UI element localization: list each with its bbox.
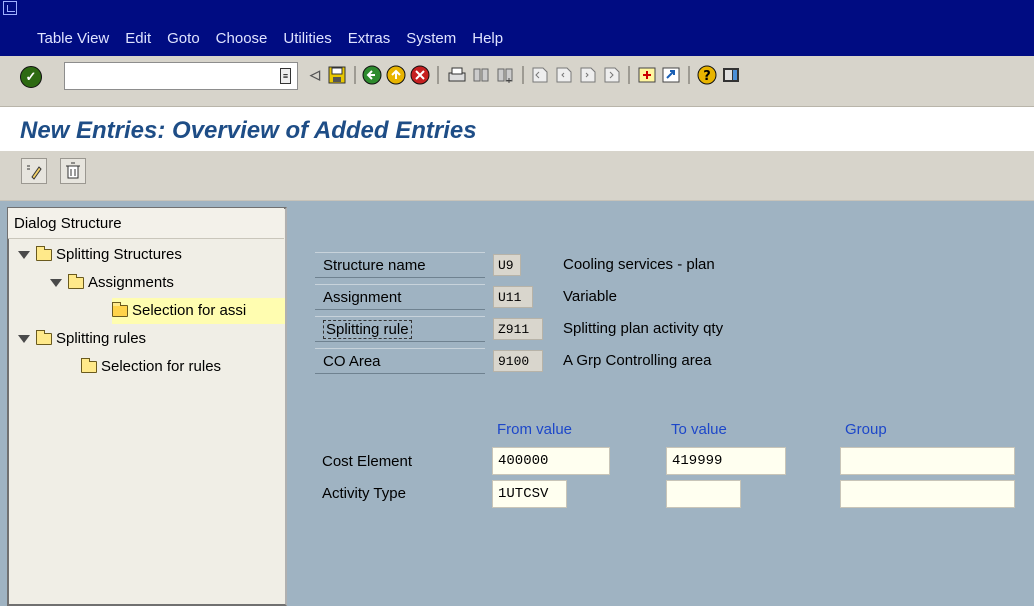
menu-bar: [0, 0, 1034, 56]
print-icon[interactable]: [447, 64, 467, 86]
activity-type-to-input[interactable]: [666, 480, 741, 508]
splitting-rule-value: Z911: [493, 318, 543, 340]
help-icon[interactable]: ?: [697, 64, 717, 86]
structure-name-value: U9: [493, 254, 521, 276]
menu-system[interactable]: System: [406, 30, 456, 47]
next-page-icon[interactable]: [578, 64, 598, 86]
page-title: New Entries: Overview of Added Entries: [20, 117, 477, 144]
tree-node-selection-for-assignments[interactable]: Selection for assi: [112, 298, 285, 324]
folder-icon: [36, 330, 52, 345]
tree-node-splitting-structures[interactable]: Splitting Structures: [18, 242, 182, 268]
menu-choose[interactable]: Choose: [216, 30, 268, 47]
column-header-to-value: To value: [671, 421, 727, 438]
previous-page-icon[interactable]: [554, 64, 574, 86]
layout-menu-icon[interactable]: [721, 64, 741, 86]
tree-node-label: Selection for assi: [132, 302, 247, 319]
last-page-icon[interactable]: [602, 64, 622, 86]
tree-node-assignments[interactable]: Assignments: [50, 270, 174, 296]
folder-icon: [68, 274, 84, 289]
change-icon[interactable]: [21, 158, 47, 184]
open-folder-icon: [112, 302, 128, 317]
structure-name-label: Structure name: [315, 252, 485, 278]
structure-name-text: Cooling services - plan: [563, 256, 715, 273]
command-history-icon[interactable]: ≡: [280, 68, 291, 84]
folder-icon: [36, 246, 52, 261]
expand-triangle-icon[interactable]: [18, 335, 30, 343]
tree-node-selection-for-rules[interactable]: Selection for rules: [81, 354, 221, 380]
folder-icon: [81, 358, 97, 373]
application-toolbar: [0, 151, 1034, 201]
svg-text:?: ?: [703, 69, 711, 84]
row-label-activity-type: Activity Type: [322, 485, 406, 502]
row-label-cost-element: Cost Element: [322, 453, 413, 470]
cost-element-to-input[interactable]: 419999: [666, 447, 786, 475]
splitting-rule-label: Splitting rule: [315, 316, 485, 342]
tree-node-label: Splitting Structures: [56, 246, 182, 263]
assignment-label: Assignment: [315, 284, 485, 310]
co-area-label: CO Area: [315, 348, 485, 374]
column-header-from-value: From value: [497, 421, 573, 438]
menu-table-view[interactable]: Table View: [37, 30, 109, 47]
menu: Table View Edit Goto Choose Utilities Ex…: [37, 30, 503, 47]
menu-goto[interactable]: Goto: [167, 30, 200, 47]
tree-node-splitting-rules[interactable]: Splitting rules: [18, 326, 146, 352]
command-field[interactable]: ≡: [64, 62, 298, 90]
save-icon[interactable]: [327, 64, 347, 86]
system-menu-icon[interactable]: [3, 1, 17, 15]
menu-edit[interactable]: Edit: [125, 30, 151, 47]
menu-extras[interactable]: Extras: [348, 30, 391, 47]
assignment-text: Variable: [563, 288, 617, 305]
exit-icon[interactable]: [386, 64, 406, 86]
collapse-arrow-icon[interactable]: ◁: [305, 64, 325, 86]
shortcut-icon[interactable]: [661, 64, 681, 86]
back-icon[interactable]: [362, 64, 382, 86]
command-input[interactable]: [69, 64, 273, 90]
expand-triangle-icon[interactable]: [18, 251, 30, 259]
column-header-group: Group: [845, 421, 887, 438]
cost-element-from-input[interactable]: 400000: [492, 447, 610, 475]
splitting-rule-text: Splitting plan activity qty: [563, 320, 724, 337]
cancel-icon[interactable]: [410, 64, 430, 86]
menu-utilities[interactable]: Utilities: [283, 30, 331, 47]
enter-check-icon[interactable]: ✓: [20, 66, 42, 88]
tree-node-label: Splitting rules: [56, 330, 147, 347]
dialog-structure-header: Dialog Structure: [8, 208, 284, 239]
co-area-value: 9100: [493, 350, 543, 372]
tree-node-label: Assignments: [88, 274, 174, 291]
menu-help[interactable]: Help: [472, 30, 503, 47]
expand-triangle-icon[interactable]: [50, 279, 62, 287]
activity-type-group-input[interactable]: [840, 480, 1015, 508]
create-session-icon[interactable]: [637, 64, 657, 86]
first-page-icon[interactable]: [530, 64, 550, 86]
activity-type-from-input[interactable]: 1UTCSV: [492, 480, 567, 508]
assignment-value: U11: [493, 286, 533, 308]
tree-node-label: Selection for rules: [101, 358, 222, 375]
find-icon[interactable]: [471, 64, 491, 86]
delete-icon[interactable]: [60, 158, 86, 184]
find-next-icon[interactable]: [495, 64, 515, 86]
co-area-text: A Grp Controlling area: [563, 352, 712, 369]
cost-element-group-input[interactable]: [840, 447, 1015, 475]
